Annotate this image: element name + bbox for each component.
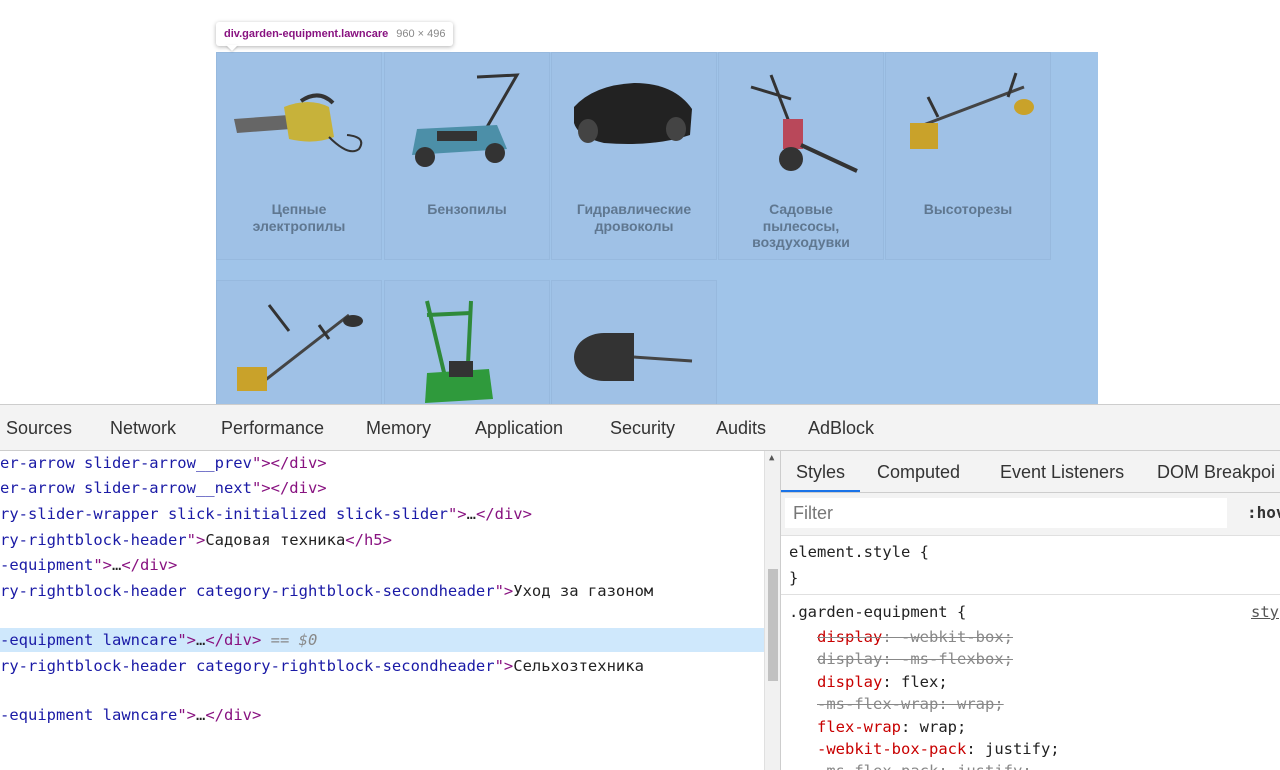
tile-label: Высоторезы — [923, 201, 1013, 217]
elements-tree[interactable]: er-arrow slider-arrow__prev"></div> er-a… — [0, 451, 780, 770]
dom-node-line[interactable]: -equipment">…</div> — [0, 553, 764, 577]
tooltip-selector: div.garden-equipment.lawncare — [224, 28, 389, 40]
category-tile[interactable] — [217, 281, 381, 404]
tab-dom-breakpoints[interactable]: DOM Breakpoi — [1157, 451, 1275, 492]
category-tile[interactable]: Цепные электропилы — [217, 53, 381, 259]
dom-node-line-selected[interactable]: -equipment lawncare">…</div> == $0 — [0, 628, 764, 652]
category-tile[interactable] — [552, 281, 716, 404]
category-tile[interactable]: Садовые пылесосы, воздуходувки — [719, 53, 883, 259]
devtools-panel: Sources Network Performance Memory Appli… — [0, 404, 1280, 770]
css-declaration[interactable]: display: -webkit-box; — [817, 626, 1013, 648]
filter-row: :hov — [781, 493, 1280, 536]
category-tile[interactable]: Бензопилы — [385, 53, 549, 259]
css-declaration[interactable]: flex-wrap: wrap; — [817, 716, 966, 738]
scroll-up-arrow-icon[interactable]: ▲ — [769, 453, 774, 463]
sidebar-tab-bar: Styles Computed Event Listeners DOM Brea… — [781, 451, 1280, 493]
log-splitter-image — [574, 83, 692, 144]
dom-node-line[interactable]: ry-rightblock-header category-rightblock… — [0, 579, 764, 603]
css-declaration[interactable]: display: -ms-flexbox; — [817, 648, 1013, 670]
tab-sources[interactable]: Sources — [6, 405, 72, 450]
category-tile[interactable] — [385, 281, 549, 404]
lawn-roller-image — [574, 333, 693, 381]
css-declaration[interactable]: -ms-flex-wrap: wrap; — [817, 693, 1004, 715]
css-declaration[interactable]: -webkit-box-pack: justify; — [817, 738, 1060, 760]
lawn-mower-image — [412, 73, 520, 167]
tab-audits[interactable]: Audits — [716, 405, 766, 450]
rule-divider — [781, 594, 1280, 595]
chainsaw-electric-image — [234, 93, 363, 153]
dom-node-line[interactable]: ry-rightblock-header">Садовая техника</h… — [0, 528, 764, 552]
dom-node-line[interactable]: ry-rightblock-header category-rightblock… — [0, 654, 764, 678]
tile-label: Гидравлические дровоколы — [576, 201, 692, 234]
category-tile[interactable]: Гидравлические дровоколы — [552, 53, 716, 259]
tab-styles[interactable]: Styles — [781, 451, 861, 492]
dom-node-line[interactable]: -equipment lawncare">…</div> — [0, 703, 764, 727]
category-tile[interactable]: Высоторезы — [886, 53, 1050, 259]
pole-pruner-image — [910, 72, 1034, 149]
tab-event-listeners[interactable]: Event Listeners — [1000, 451, 1124, 492]
tooltip-size: 960 × 496 — [396, 28, 446, 40]
elements-scrollbar[interactable]: ▲ — [764, 451, 780, 770]
styles-sidebar: Styles Computed Event Listeners DOM Brea… — [780, 451, 1280, 770]
rule-selector[interactable]: .garden-equipment { — [789, 601, 966, 623]
element-style-selector[interactable]: element.style { — [789, 541, 929, 563]
trimmer-image — [237, 304, 363, 391]
green-mower-image — [425, 300, 493, 403]
dom-node-line[interactable]: er-arrow slider-arrow__prev"></div> — [0, 451, 764, 475]
styles-filter-input[interactable] — [785, 498, 1227, 528]
tab-performance[interactable]: Performance — [221, 405, 324, 450]
tab-memory[interactable]: Memory — [366, 405, 431, 450]
dom-node-line[interactable]: ry-slider-wrapper slick-initialized slic… — [0, 502, 764, 526]
tab-security[interactable]: Security — [610, 405, 675, 450]
tab-adblock[interactable]: AdBlock — [808, 405, 874, 450]
element-style-close: } — [789, 569, 799, 587]
tile-label: Садовые пылесосы, воздуходувки — [752, 201, 850, 250]
element-highlight-overlay: Цепные электропилы Бензопилы Гидравличес… — [216, 52, 1098, 404]
garden-blower-image — [750, 74, 858, 173]
element-inspect-tooltip: div.garden-equipment.lawncare 960 × 496 — [216, 22, 454, 46]
dom-node-line[interactable]: er-arrow slider-arrow__next"></div> — [0, 476, 764, 500]
rule-source-link[interactable]: sty — [1251, 601, 1279, 623]
tile-label: Цепные электропилы — [252, 201, 346, 234]
devtools-tab-bar: Sources Network Performance Memory Appli… — [0, 405, 1280, 451]
tab-network[interactable]: Network — [110, 405, 176, 450]
tab-application[interactable]: Application — [475, 405, 563, 450]
tile-label: Бензопилы — [427, 201, 507, 217]
css-declaration[interactable]: display: flex; — [817, 671, 948, 693]
hover-state-toggle[interactable]: :hov — [1247, 503, 1280, 522]
tooltip-arrow — [226, 45, 238, 51]
tab-computed[interactable]: Computed — [877, 451, 960, 492]
scrollbar-thumb[interactable] — [768, 569, 778, 681]
page-viewport: Цепные электропилы Бензопилы Гидравличес… — [0, 0, 1280, 404]
